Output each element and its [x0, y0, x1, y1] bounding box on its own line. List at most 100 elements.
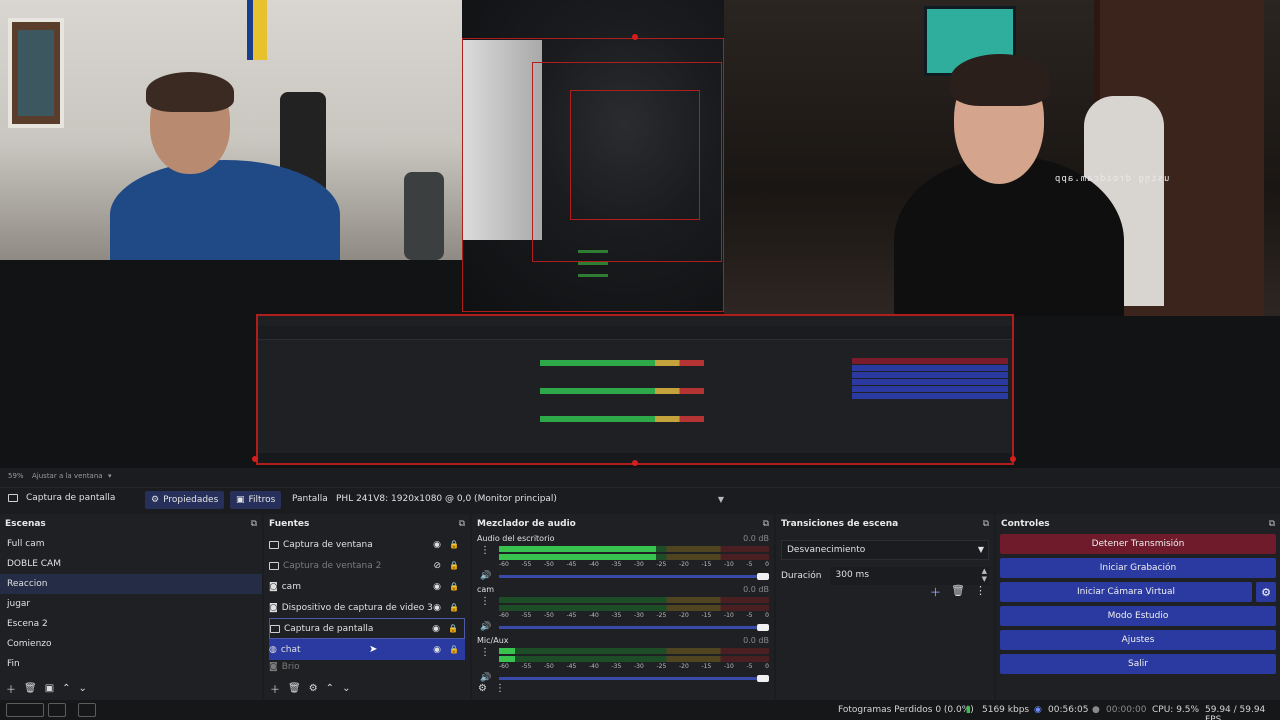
restore-icon[interactable]	[48, 703, 66, 717]
lock-icon[interactable]: 🔒	[449, 645, 459, 654]
scene-item[interactable]: DOBLE CAM	[0, 554, 262, 574]
transform-handle[interactable]	[252, 456, 258, 462]
add-icon[interactable]: ＋	[6, 681, 16, 696]
kebab-menu-icon[interactable]: ⋮	[480, 596, 490, 607]
tick-label: -50	[544, 561, 554, 568]
tick-label: 0	[765, 612, 769, 619]
gear-icon[interactable]: ⚙	[478, 683, 487, 694]
source-item[interactable]: ◙ cam ◉ 🔒	[269, 576, 465, 597]
eye-hidden-icon[interactable]: ⊘	[433, 561, 441, 571]
undock-icon[interactable]: ⧉	[763, 519, 769, 529]
channel-db: 0.0 dB	[743, 534, 769, 543]
source-item[interactable]: ◍ chat ➤ ◉ 🔒	[269, 639, 465, 660]
undock-icon[interactable]: ⧉	[983, 519, 989, 529]
source-item[interactable]: ◙ Brio	[269, 660, 465, 674]
eye-icon[interactable]: ◉	[433, 645, 441, 655]
tick-label: -10	[724, 612, 734, 619]
record-time: 00:00:00	[1106, 705, 1147, 715]
transform-handle[interactable]	[632, 34, 638, 40]
mini-toolbar	[258, 326, 1012, 340]
level-meter	[499, 546, 769, 552]
scene-item[interactable]: jugar	[0, 594, 262, 614]
taskbar-thumbnail[interactable]	[6, 703, 44, 717]
studio-mode-button[interactable]: Modo Estudio	[1000, 606, 1276, 626]
tick-label: -40	[589, 663, 599, 670]
preview-zoom-row: 59% Ajustar a la ventana ▾	[0, 468, 1280, 486]
preview-canvas[interactable]: usiŋg droidcam.app	[0, 0, 1280, 468]
source-item[interactable]: ◙ Dispositivo de captura de video 3 ◉ 🔒	[269, 597, 465, 618]
scene-item[interactable]: Reaccion	[0, 574, 262, 594]
sources-title: Fuentes ⧉	[264, 514, 470, 534]
eye-icon[interactable]: ◉	[432, 624, 440, 634]
duration-input[interactable]: 300 ms ▲ ▼	[829, 567, 989, 585]
eye-icon[interactable]: ◉	[433, 540, 441, 550]
add-icon[interactable]: ＋	[930, 584, 941, 600]
settings-button[interactable]: Ajustes	[1000, 630, 1276, 650]
trash-icon[interactable]: 🗑	[951, 584, 965, 600]
volume-slider[interactable]	[499, 624, 769, 631]
tick-label: -25	[656, 612, 667, 619]
lock-icon[interactable]: 🔒	[449, 540, 459, 549]
add-icon[interactable]: ＋	[270, 681, 280, 696]
eye-icon[interactable]: ◉	[433, 603, 441, 613]
chevron-up-icon[interactable]: ⌃	[62, 683, 70, 694]
transform-handle[interactable]	[1010, 456, 1016, 462]
slider-knob[interactable]	[757, 573, 769, 580]
chevron-down-icon[interactable]: ⌄	[342, 683, 350, 694]
kebab-menu-icon[interactable]: ⋮	[975, 584, 986, 600]
tick-label: -45	[566, 663, 577, 670]
kebab-menu-icon[interactable]: ⋮	[480, 647, 490, 658]
transform-handle[interactable]	[632, 460, 638, 466]
source-item[interactable]: Captura de ventana ◉ 🔒	[269, 534, 465, 555]
bitrate: 5169 kbps	[982, 705, 1030, 715]
transition-select[interactable]: Desvanecimiento ▼	[781, 540, 989, 560]
tick-label: -50	[544, 663, 554, 670]
filters-button[interactable]: ▣ Filtros	[230, 491, 282, 509]
source-item[interactable]: Captura de pantalla ◉ 🔒	[269, 618, 465, 639]
start-record-button[interactable]: Iniciar Grabación	[1000, 558, 1276, 578]
filter-icon[interactable]: ▣	[45, 683, 54, 694]
mini-meter	[540, 360, 704, 366]
kebab-menu-icon[interactable]: ⋮	[495, 683, 505, 694]
scene-item[interactable]: Full cam	[0, 534, 262, 554]
chevron-down-icon[interactable]: ⌄	[79, 683, 87, 694]
undock-icon[interactable]: ⧉	[251, 519, 257, 529]
undock-icon[interactable]: ⧉	[1269, 519, 1275, 529]
stop-stream-button[interactable]: Detener Transmisión	[1000, 534, 1276, 554]
lock-icon[interactable]: 🔒	[449, 561, 459, 570]
gear-icon[interactable]: ⚙	[1256, 582, 1276, 602]
undock-icon[interactable]: ⧉	[459, 519, 465, 529]
lock-icon[interactable]: 🔒	[449, 582, 459, 591]
lock-icon[interactable]: 🔒	[449, 603, 459, 612]
close-icon[interactable]	[78, 703, 96, 717]
speaker-icon[interactable]: 🔊	[480, 622, 491, 632]
volume-slider[interactable]	[499, 573, 769, 580]
properties-button[interactable]: ⚙ Propiedades	[145, 491, 225, 509]
virtual-cam-button[interactable]: Iniciar Cámara Virtual	[1000, 582, 1252, 602]
gear-icon[interactable]: ⚙	[309, 683, 318, 694]
scene-item[interactable]: Escena 2	[0, 614, 262, 634]
trash-icon[interactable]: 🗑	[24, 683, 37, 694]
zoom-level[interactable]: 59%	[8, 472, 24, 480]
slider-knob[interactable]	[757, 624, 769, 631]
chevron-down-icon[interactable]: ▾	[108, 472, 112, 480]
webcam-left-feed	[0, 0, 462, 260]
chevron-up-icon[interactable]: ⌃	[326, 683, 334, 694]
scene-item[interactable]: Fin	[0, 654, 262, 674]
screen-select[interactable]: PHL 241V8: 1920x1080 @ 0,0 (Monitor prin…	[332, 491, 728, 509]
fit-to-window[interactable]: Ajustar a la ventana	[32, 472, 103, 480]
tick-label: -25	[656, 663, 667, 670]
scene-item[interactable]: Comienzo	[0, 634, 262, 654]
level-meter	[499, 554, 769, 560]
meter-ticks: -60 -55 -50 -45 -40 -35 -30 -25 -20 -15 -10 -5 0	[499, 561, 769, 568]
tick-label: -35	[611, 561, 622, 568]
lock-icon[interactable]: 🔒	[448, 624, 458, 633]
source-item[interactable]: Captura de ventana 2 ⊘ 🔒	[269, 555, 465, 576]
kebab-menu-icon[interactable]: ⋮	[480, 545, 490, 556]
duration-label: Duración	[781, 571, 822, 581]
exit-button[interactable]: Salir	[1000, 654, 1276, 674]
trash-icon[interactable]: 🗑	[288, 683, 301, 694]
spinner-icon[interactable]: ▲ ▼	[982, 567, 987, 583]
speaker-icon[interactable]: 🔊	[480, 571, 491, 581]
eye-icon[interactable]: ◉	[433, 582, 441, 592]
